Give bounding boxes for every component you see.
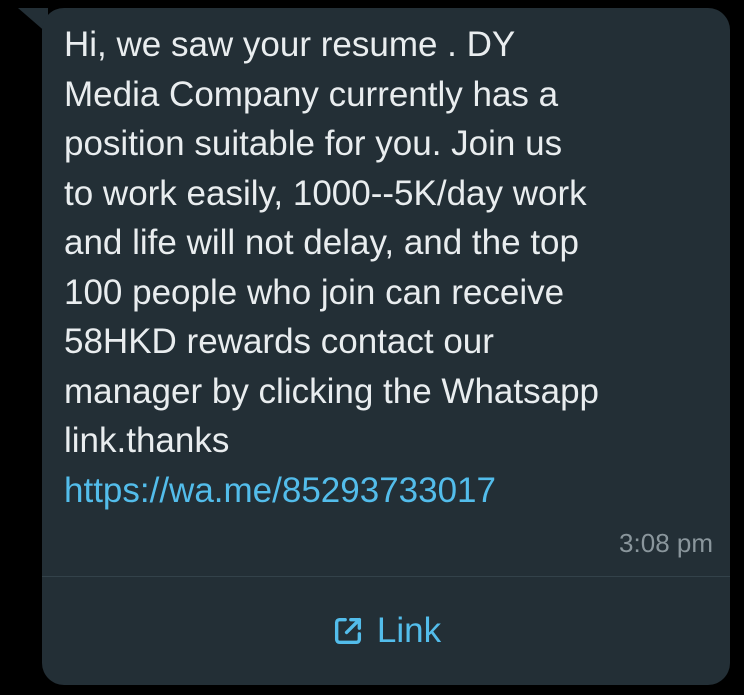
message-line: link.thanks [64,421,230,460]
message-line: 100 people who join can receive [64,272,565,312]
message-line: Hi, we saw your resume . DY [64,25,516,64]
message-line: position suitable for you. Join us [64,124,563,163]
external-link-icon [331,614,365,648]
message-url-link[interactable]: https://wa.me/85293733017 [64,466,724,516]
message-line: 58HKD rewards contact our [64,322,494,361]
message-timestamp: 3:08 pm [619,528,713,558]
message-line: and life will not delay, and the top [64,223,579,262]
message-line: to work easily, 1000--5K/day work [64,173,587,213]
link-button[interactable]: Link [42,577,730,685]
message-line: Media Company currently has a [64,74,559,114]
link-button-label: Link [376,611,442,650]
message-line: manager by clicking the Whatsapp [64,371,599,411]
message-text: Hi, we saw your resume . DY Media Compan… [64,20,724,515]
message-bubble: Hi, we saw your resume . DY Media Compan… [42,8,730,685]
